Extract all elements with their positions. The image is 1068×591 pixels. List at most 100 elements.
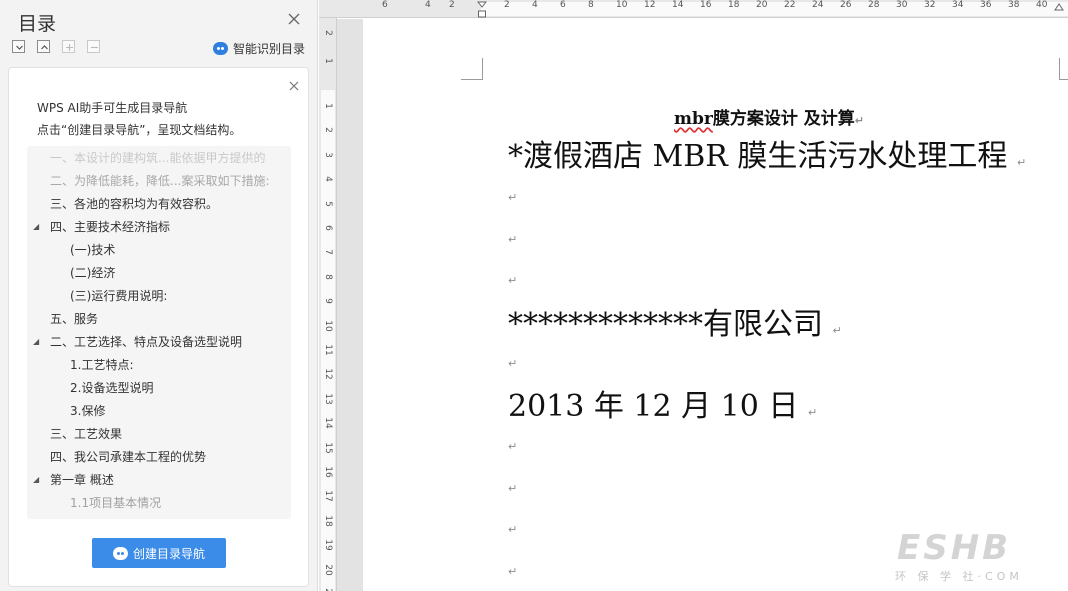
ruler-tick-label: 4 bbox=[323, 176, 333, 183]
ruler-tick-label: 6 bbox=[323, 225, 333, 231]
ruler-tick-label: 38 bbox=[1008, 0, 1020, 10]
ruler-tick-label: 14 bbox=[323, 417, 333, 429]
paragraph-mark: ↵ bbox=[508, 440, 518, 453]
toc-item[interactable]: (一)技术 bbox=[27, 240, 115, 260]
site-watermark: ESHB 环 保 学 社·COM bbox=[893, 528, 1065, 588]
doc-date-text: 2013 年 12 月 10 日 bbox=[508, 389, 799, 424]
paragraph-mark: ↵ bbox=[508, 565, 518, 578]
close-icon[interactable] bbox=[287, 11, 301, 25]
paragraph-mark: ↵ bbox=[508, 523, 518, 536]
paragraph-mark: ↵ bbox=[508, 233, 518, 246]
collapse-triangle-icon[interactable]: ◢ bbox=[33, 332, 39, 352]
ruler-tick-label: 2 bbox=[323, 127, 333, 134]
wps-ai-icon bbox=[112, 546, 128, 560]
crop-mark-left bbox=[461, 58, 483, 80]
toc-item[interactable]: 三、各池的容积均为有效容积。 bbox=[27, 194, 218, 214]
smart-toc-button[interactable]: 智能识别目录 bbox=[213, 40, 305, 56]
ruler-tick-label: 40 bbox=[1036, 0, 1048, 10]
toc-item-label: 二、工艺选择、特点及设备选型说明 bbox=[50, 335, 243, 349]
toc-item[interactable]: 3.保修 bbox=[27, 401, 105, 421]
ruler-tick-label: 2 bbox=[323, 30, 333, 36]
ruler-tick-label: 1 bbox=[323, 103, 333, 109]
toc-preview-list: 一、本设计的建构筑...能依据甲方提供的二、为降低能耗，降低...案采取如下措施… bbox=[27, 146, 291, 519]
ruler-tick-label: 24 bbox=[812, 0, 824, 10]
close-icon[interactable] bbox=[288, 77, 300, 91]
toc-item[interactable]: 五、服务 bbox=[27, 309, 98, 329]
expand-all-icon[interactable] bbox=[12, 40, 25, 53]
ruler-tick-label: 15 bbox=[323, 441, 333, 454]
vertical-ruler[interactable]: 21123456789101112131415161718192021 bbox=[319, 18, 337, 591]
crop-mark-right bbox=[1059, 58, 1068, 80]
right-indent-marker-icon[interactable] bbox=[1054, 1, 1064, 11]
preview-fade bbox=[27, 479, 291, 519]
document-page[interactable]: mbr膜方案设计 及计算↵ *渡假酒店 MBR 膜生活污水处理工程 ↵ ↵ ↵ … bbox=[363, 19, 1068, 591]
doc-date-line[interactable]: 2013 年 12 月 10 日 ↵ bbox=[508, 381, 817, 425]
toc-item[interactable]: (三)运行费用说明: bbox=[27, 286, 167, 306]
ruler-tick-label: 18 bbox=[728, 0, 740, 10]
paragraph-mark: ↵ bbox=[508, 482, 518, 495]
toc-item[interactable]: 1.工艺特点: bbox=[27, 355, 134, 375]
toc-item-label: 五、服务 bbox=[50, 312, 99, 326]
ruler-tick-label: 2 bbox=[504, 0, 510, 10]
toc-item[interactable]: 二、为降低能耗，降低...案采取如下措施: bbox=[27, 171, 270, 191]
create-toc-button[interactable]: 创建目录导航 bbox=[92, 538, 226, 568]
toc-item-label: (三)运行费用说明: bbox=[70, 289, 168, 303]
toc-item-label: 三、工艺效果 bbox=[50, 427, 123, 441]
ruler-tick-label: 12 bbox=[323, 368, 333, 381]
toc-item[interactable]: 四、我公司承建本工程的优势 bbox=[27, 447, 206, 467]
paragraph-mark: ↵ bbox=[807, 406, 818, 419]
add-heading-icon[interactable] bbox=[62, 40, 75, 53]
paragraph-mark: ↵ bbox=[1016, 156, 1027, 169]
toc-navigation-pane: 目录 智能识别目录 WPS AI助手可生成目录导航 点击“创建目录导航”，呈现文… bbox=[0, 0, 318, 591]
horizontal-ruler[interactable]: 6 4 2 2 4 6 8 10 12 14 16 18 20 22 24 26 28 30 32 34 36 38 40 bbox=[319, 0, 1068, 18]
ruler-tick-label: 32 bbox=[924, 0, 936, 10]
wps-ai-icon bbox=[213, 41, 228, 55]
toc-item[interactable]: 三、工艺效果 bbox=[27, 424, 122, 444]
paragraph-mark: ↵ bbox=[508, 191, 518, 204]
toc-item-label: 一、本设计的建构筑...能依据甲方提供的 bbox=[50, 151, 266, 165]
toc-item[interactable]: ◢ 二、工艺选择、特点及设备选型说明 bbox=[27, 332, 242, 352]
ruler-tick-label: 17 bbox=[323, 490, 333, 503]
toc-item-label: 四、我公司承建本工程的优势 bbox=[50, 450, 207, 464]
doc-heading-text: *渡假酒店 MBR 膜生活污水处理工程 bbox=[508, 139, 1008, 174]
doc-company-line[interactable]: *************有限公司 ↵ bbox=[508, 299, 842, 343]
pane-title: 目录 bbox=[18, 13, 57, 35]
collapse-triangle-icon[interactable]: ◢ bbox=[33, 217, 39, 237]
ruler-tick-label: 21 bbox=[323, 587, 333, 591]
toc-item[interactable]: 2.设备选型说明 bbox=[27, 378, 153, 398]
ruler-tick-label: 34 bbox=[952, 0, 964, 10]
ruler-tick-label: 28 bbox=[868, 0, 880, 10]
watermark-logo: ESHB bbox=[897, 528, 1012, 568]
ruler-tick-label: 2 bbox=[449, 0, 455, 10]
toc-item-label: 四、主要技术经济指标 bbox=[50, 220, 171, 234]
ruler-tick-label: 20 bbox=[323, 563, 333, 576]
ruler-tick-label: 10 bbox=[323, 319, 333, 332]
toc-toolbar bbox=[12, 40, 100, 56]
doc-title[interactable]: mbr膜方案设计 及计算↵ bbox=[674, 104, 864, 129]
ruler-tick-label: 9 bbox=[323, 298, 333, 305]
toc-item-label: 3.保修 bbox=[70, 404, 106, 418]
collapse-all-icon[interactable] bbox=[37, 40, 50, 53]
toc-item[interactable]: ◢ 四、主要技术经济指标 bbox=[27, 217, 170, 237]
ruler-tick-label: 16 bbox=[323, 466, 333, 478]
indent-marker-icon[interactable] bbox=[477, 1, 487, 18]
ruler-tick-label: 11 bbox=[323, 344, 333, 356]
paragraph-mark: ↵ bbox=[832, 324, 842, 337]
ruler-tick-label: 7 bbox=[323, 249, 333, 256]
doc-company-text: *************有限公司 bbox=[508, 307, 823, 342]
toc-item[interactable]: 一、本设计的建构筑...能依据甲方提供的 bbox=[27, 148, 265, 168]
toc-item-label: 1.工艺特点: bbox=[70, 358, 134, 372]
doc-title-rest: 膜方案设计 及计算 bbox=[712, 109, 855, 129]
ruler-tick-label: 1 bbox=[323, 58, 333, 64]
toc-item[interactable]: (二)经济 bbox=[27, 263, 115, 283]
remove-heading-icon[interactable] bbox=[87, 40, 100, 53]
ruler-tick-label: 16 bbox=[700, 0, 712, 10]
ruler-tick-label: 4 bbox=[425, 0, 431, 10]
paragraph-mark: ↵ bbox=[508, 357, 518, 370]
card-intro-text: WPS AI助手可生成目录导航 bbox=[37, 101, 188, 115]
doc-title-mbr: mbr bbox=[674, 109, 713, 129]
ruler-tick-label: 10 bbox=[616, 0, 628, 10]
ruler-tick-label: 14 bbox=[672, 0, 684, 10]
doc-project-heading[interactable]: *渡假酒店 MBR 膜生活污水处理工程 ↵ bbox=[508, 131, 1026, 175]
card-hint-text: 点击“创建目录导航”，呈现文档结构。 bbox=[37, 123, 242, 137]
